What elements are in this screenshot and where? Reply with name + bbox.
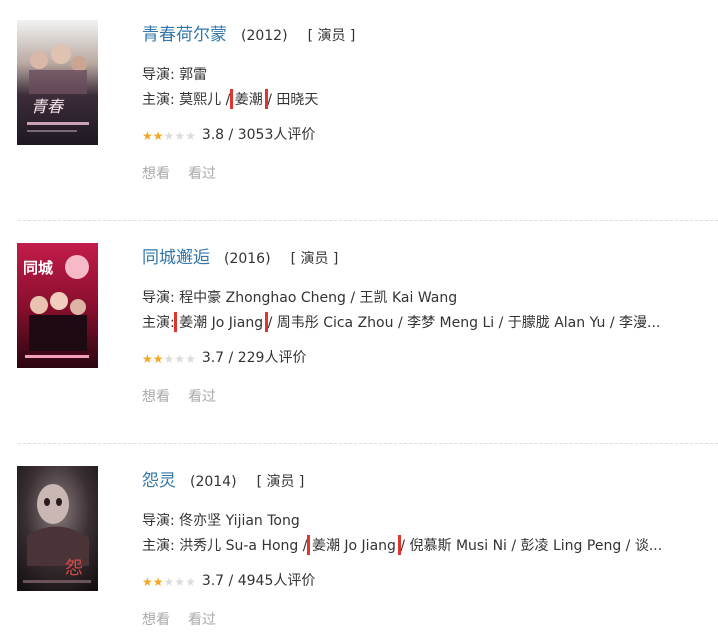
cast-line: 主演: 姜潮 Jo Jiang / 周韦彤 Cica Zhou / 李梦 Men… xyxy=(142,312,682,332)
film-title-row: 同城邂逅 (2016) [ 演员 ] xyxy=(142,243,338,268)
film-year: (2014) xyxy=(190,474,237,490)
cast-after: 周韦彤 Cica Zhou / 李梦 Meng Li / 于朦胧 Alan Yu… xyxy=(276,315,661,331)
rating-score: 3.8 xyxy=(201,127,225,143)
rating-separator: / xyxy=(224,350,238,366)
want-to-watch-button[interactable]: 想看 xyxy=(142,166,170,182)
director-names: 郭雷 xyxy=(179,67,208,83)
item-divider xyxy=(18,443,718,444)
film-title-link[interactable]: 怨灵 xyxy=(142,471,176,491)
svg-text:同城: 同城 xyxy=(23,259,53,277)
highlighted-cast: 姜潮 xyxy=(229,89,268,109)
film-actions: 想看 看过 xyxy=(142,609,234,629)
film-title-link[interactable]: 青春荷尔蒙 xyxy=(142,25,227,45)
rating-count: 4945人评价 xyxy=(237,573,316,589)
director-line: 导演: 程中豪 Zhonghao Cheng / 王凯 Kai Wang xyxy=(142,287,682,307)
film-role: [ 演员 ] xyxy=(256,474,305,490)
rating-score: 3.7 xyxy=(201,573,225,589)
cast-before: 莫熙儿 xyxy=(179,92,222,108)
svg-text:青春: 青春 xyxy=(31,97,65,116)
director-line: 导演: 郭雷 xyxy=(142,64,682,84)
director-names: 佟亦坚 Yijian Tong xyxy=(179,513,300,529)
director-label: 导演: xyxy=(142,513,175,529)
film-actions: 想看 看过 xyxy=(142,386,234,406)
film-role: [ 演员 ] xyxy=(290,251,339,267)
want-to-watch-button[interactable]: 想看 xyxy=(142,612,170,628)
film-poster[interactable]: 同城 xyxy=(17,243,98,368)
svg-text:怨: 怨 xyxy=(65,558,83,579)
rating-row: ★★★★★ 3.8 / 3053人评价 xyxy=(142,124,315,144)
want-to-watch-button[interactable]: 想看 xyxy=(142,389,170,405)
film-title-row: 怨灵 (2014) [ 演员 ] xyxy=(142,466,304,491)
film-title-row: 青春荷尔蒙 (2012) [ 演员 ] xyxy=(142,20,355,45)
director-line: 导演: 佟亦坚 Yijian Tong xyxy=(142,510,682,530)
rating-stars: ★★★★★ xyxy=(142,575,196,589)
watched-button[interactable]: 看过 xyxy=(188,166,216,182)
cast-before: 洪秀儿 Su-a Hong xyxy=(179,538,299,554)
director-names: 程中豪 Zhonghao Cheng / 王凯 Kai Wang xyxy=(179,290,458,306)
cast-label: 主演: xyxy=(142,92,175,108)
cast-after: 倪慕斯 Musi Ni / 彭凌 Ling Peng / 谈... xyxy=(409,538,663,554)
rating-count: 3053人评价 xyxy=(237,127,316,143)
film-poster[interactable]: 怨 xyxy=(17,466,98,591)
film-title-link[interactable]: 同城邂逅 xyxy=(142,248,210,268)
watched-button[interactable]: 看过 xyxy=(188,612,216,628)
highlighted-cast: 姜潮 Jo Jiang xyxy=(174,312,269,332)
item-divider xyxy=(18,220,718,221)
cast-label: 主演: xyxy=(142,315,175,331)
watched-button[interactable]: 看过 xyxy=(188,389,216,405)
rating-separator: / xyxy=(224,127,238,143)
director-label: 导演: xyxy=(142,67,175,83)
cast-label: 主演: xyxy=(142,538,175,554)
rating-row: ★★★★★ 3.7 / 4945人评价 xyxy=(142,570,315,590)
film-actions: 想看 看过 xyxy=(142,163,234,183)
rating-score: 3.7 xyxy=(201,350,225,366)
cast-line: 主演: 莫熙儿 / 姜潮 / 田晓天 xyxy=(142,89,682,109)
cast-line: 主演: 洪秀儿 Su-a Hong / 姜潮 Jo Jiang / 倪慕斯 Mu… xyxy=(142,535,682,555)
film-year: (2012) xyxy=(241,28,288,44)
film-poster[interactable]: 青春 xyxy=(17,20,98,145)
rating-count: 229人评价 xyxy=(237,350,307,366)
film-year: (2016) xyxy=(224,251,271,267)
rating-row: ★★★★★ 3.7 / 229人评价 xyxy=(142,347,306,367)
cast-after: 田晓天 xyxy=(276,92,319,108)
rating-stars: ★★★★★ xyxy=(142,352,196,366)
rating-stars: ★★★★★ xyxy=(142,129,196,143)
filmography-list: 青春 青春荷尔蒙 (2012) [ 演员 ] 导演: 郭雷 主演: 莫熙儿 / 姜潮… xyxy=(0,0,718,634)
highlighted-cast: 姜潮 Jo Jiang xyxy=(306,535,401,555)
director-label: 导演: xyxy=(142,290,175,306)
rating-separator: / xyxy=(224,573,238,589)
film-role: [ 演员 ] xyxy=(307,28,356,44)
